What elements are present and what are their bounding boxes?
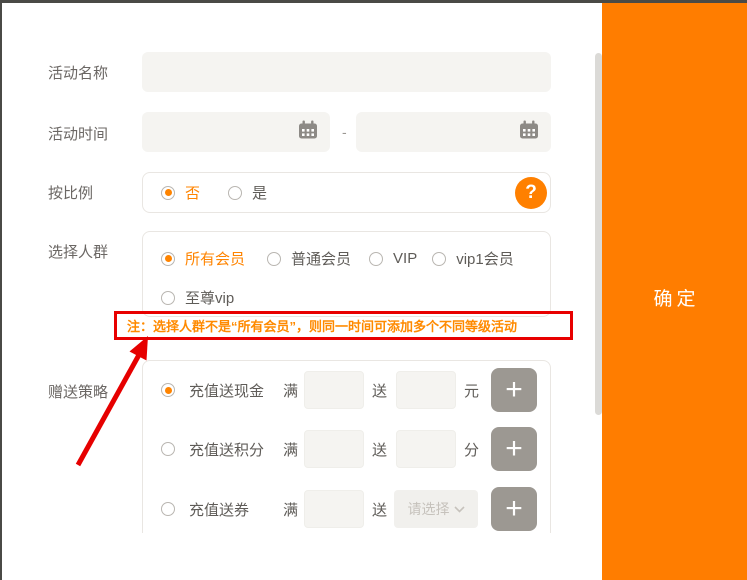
coupon-select[interactable]: 请选择 — [394, 490, 478, 528]
threshold-prefix: 满 — [283, 499, 298, 520]
strategy-label: 赠送策略 — [48, 381, 108, 402]
unit-label: 分 — [464, 439, 479, 460]
window-frame-left — [0, 0, 2, 580]
audience-label: 选择人群 — [48, 241, 108, 262]
by-ratio-group: 否 是 ? — [142, 172, 551, 213]
scrollbar-thumb[interactable] — [595, 53, 602, 415]
window-frame-top — [0, 0, 747, 3]
strategy-row-points: 充值送积分 满 送 分 + — [143, 427, 550, 471]
plus-icon: + — [505, 375, 523, 405]
end-date-picker[interactable] — [356, 112, 551, 152]
radio-option-label[interactable]: VIP — [393, 250, 417, 267]
audience-note-text: 注：选择人群不是“所有会员”，则同一时间可添加多个不同等级活动 — [117, 316, 517, 335]
radio-icon[interactable] — [161, 291, 175, 305]
activity-name-input[interactable] — [142, 52, 551, 92]
unit-label: 元 — [464, 380, 479, 401]
gift-amount-input[interactable] — [396, 430, 456, 468]
calendar-icon — [297, 119, 319, 146]
radio-icon[interactable] — [228, 186, 242, 200]
activity-time-label: 活动时间 — [48, 123, 108, 144]
chevron-down-icon — [454, 506, 465, 513]
strategy-row-cash: 充值送现金 满 送 元 + — [143, 368, 550, 412]
add-rule-button[interactable]: + — [491, 427, 537, 471]
by-ratio-label: 按比例 — [48, 182, 93, 203]
radio-option-all-members[interactable]: 所有会员 — [161, 248, 245, 269]
radio-option-label[interactable]: 是 — [252, 182, 267, 203]
radio-option-label[interactable]: vip1会员 — [456, 248, 514, 269]
strategy-group: 充值送现金 满 送 元 + 充值送积分 满 送 分 + 充值送券 满 送 请选择 — [142, 360, 551, 533]
radio-icon[interactable] — [161, 442, 175, 456]
activity-name-label: 活动名称 — [48, 62, 108, 83]
radio-option-no[interactable]: 否 — [161, 182, 200, 203]
calendar-icon — [518, 119, 540, 146]
strategy-row-label[interactable]: 充值送券 — [189, 499, 249, 520]
radio-option-label[interactable]: 否 — [185, 182, 200, 203]
gift-amount-input[interactable] — [396, 371, 456, 409]
threshold-input[interactable] — [304, 430, 364, 468]
radio-icon[interactable] — [161, 186, 175, 200]
plus-icon: + — [505, 434, 523, 464]
radio-icon[interactable] — [161, 383, 175, 397]
help-icon[interactable]: ? — [515, 177, 547, 209]
radio-option-vip[interactable]: VIP — [369, 250, 417, 267]
threshold-prefix: 满 — [283, 380, 298, 401]
audience-group: 所有会员 普通会员 VIP vip1会员 至尊vip — [142, 231, 551, 317]
radio-option-supreme-vip[interactable]: 至尊vip — [161, 287, 234, 308]
radio-option-yes[interactable]: 是 — [228, 182, 267, 203]
radio-option-label[interactable]: 所有会员 — [185, 248, 245, 269]
radio-icon[interactable] — [369, 252, 383, 266]
add-rule-button[interactable]: + — [491, 487, 537, 531]
threshold-input[interactable] — [304, 371, 364, 409]
strategy-row-label[interactable]: 充值送积分 — [189, 439, 264, 460]
gift-prefix: 送 — [372, 499, 387, 520]
coupon-select-placeholder: 请选择 — [408, 499, 450, 519]
confirm-panel: 确定 — [602, 3, 747, 580]
add-rule-button[interactable]: + — [491, 368, 537, 412]
plus-icon: + — [505, 494, 523, 524]
start-date-picker[interactable] — [142, 112, 330, 152]
strategy-row-coupon: 充值送券 满 送 请选择 + — [143, 487, 550, 531]
radio-icon[interactable] — [267, 252, 281, 266]
radio-option-label[interactable]: 至尊vip — [185, 287, 234, 308]
annotation-highlight-box: 注：选择人群不是“所有会员”，则同一时间可添加多个不同等级活动 — [114, 311, 573, 340]
threshold-prefix: 满 — [283, 439, 298, 460]
date-range-separator: - — [342, 124, 347, 140]
confirm-button[interactable]: 确定 — [602, 284, 747, 311]
radio-icon[interactable] — [161, 252, 175, 266]
radio-option-label[interactable]: 普通会员 — [291, 248, 351, 269]
gift-prefix: 送 — [372, 380, 387, 401]
radio-icon[interactable] — [432, 252, 446, 266]
radio-icon[interactable] — [161, 502, 175, 516]
gift-prefix: 送 — [372, 439, 387, 460]
threshold-input[interactable] — [304, 490, 364, 528]
radio-option-vip1-member[interactable]: vip1会员 — [432, 248, 514, 269]
radio-option-normal-member[interactable]: 普通会员 — [267, 248, 351, 269]
strategy-row-label[interactable]: 充值送现金 — [189, 380, 264, 401]
